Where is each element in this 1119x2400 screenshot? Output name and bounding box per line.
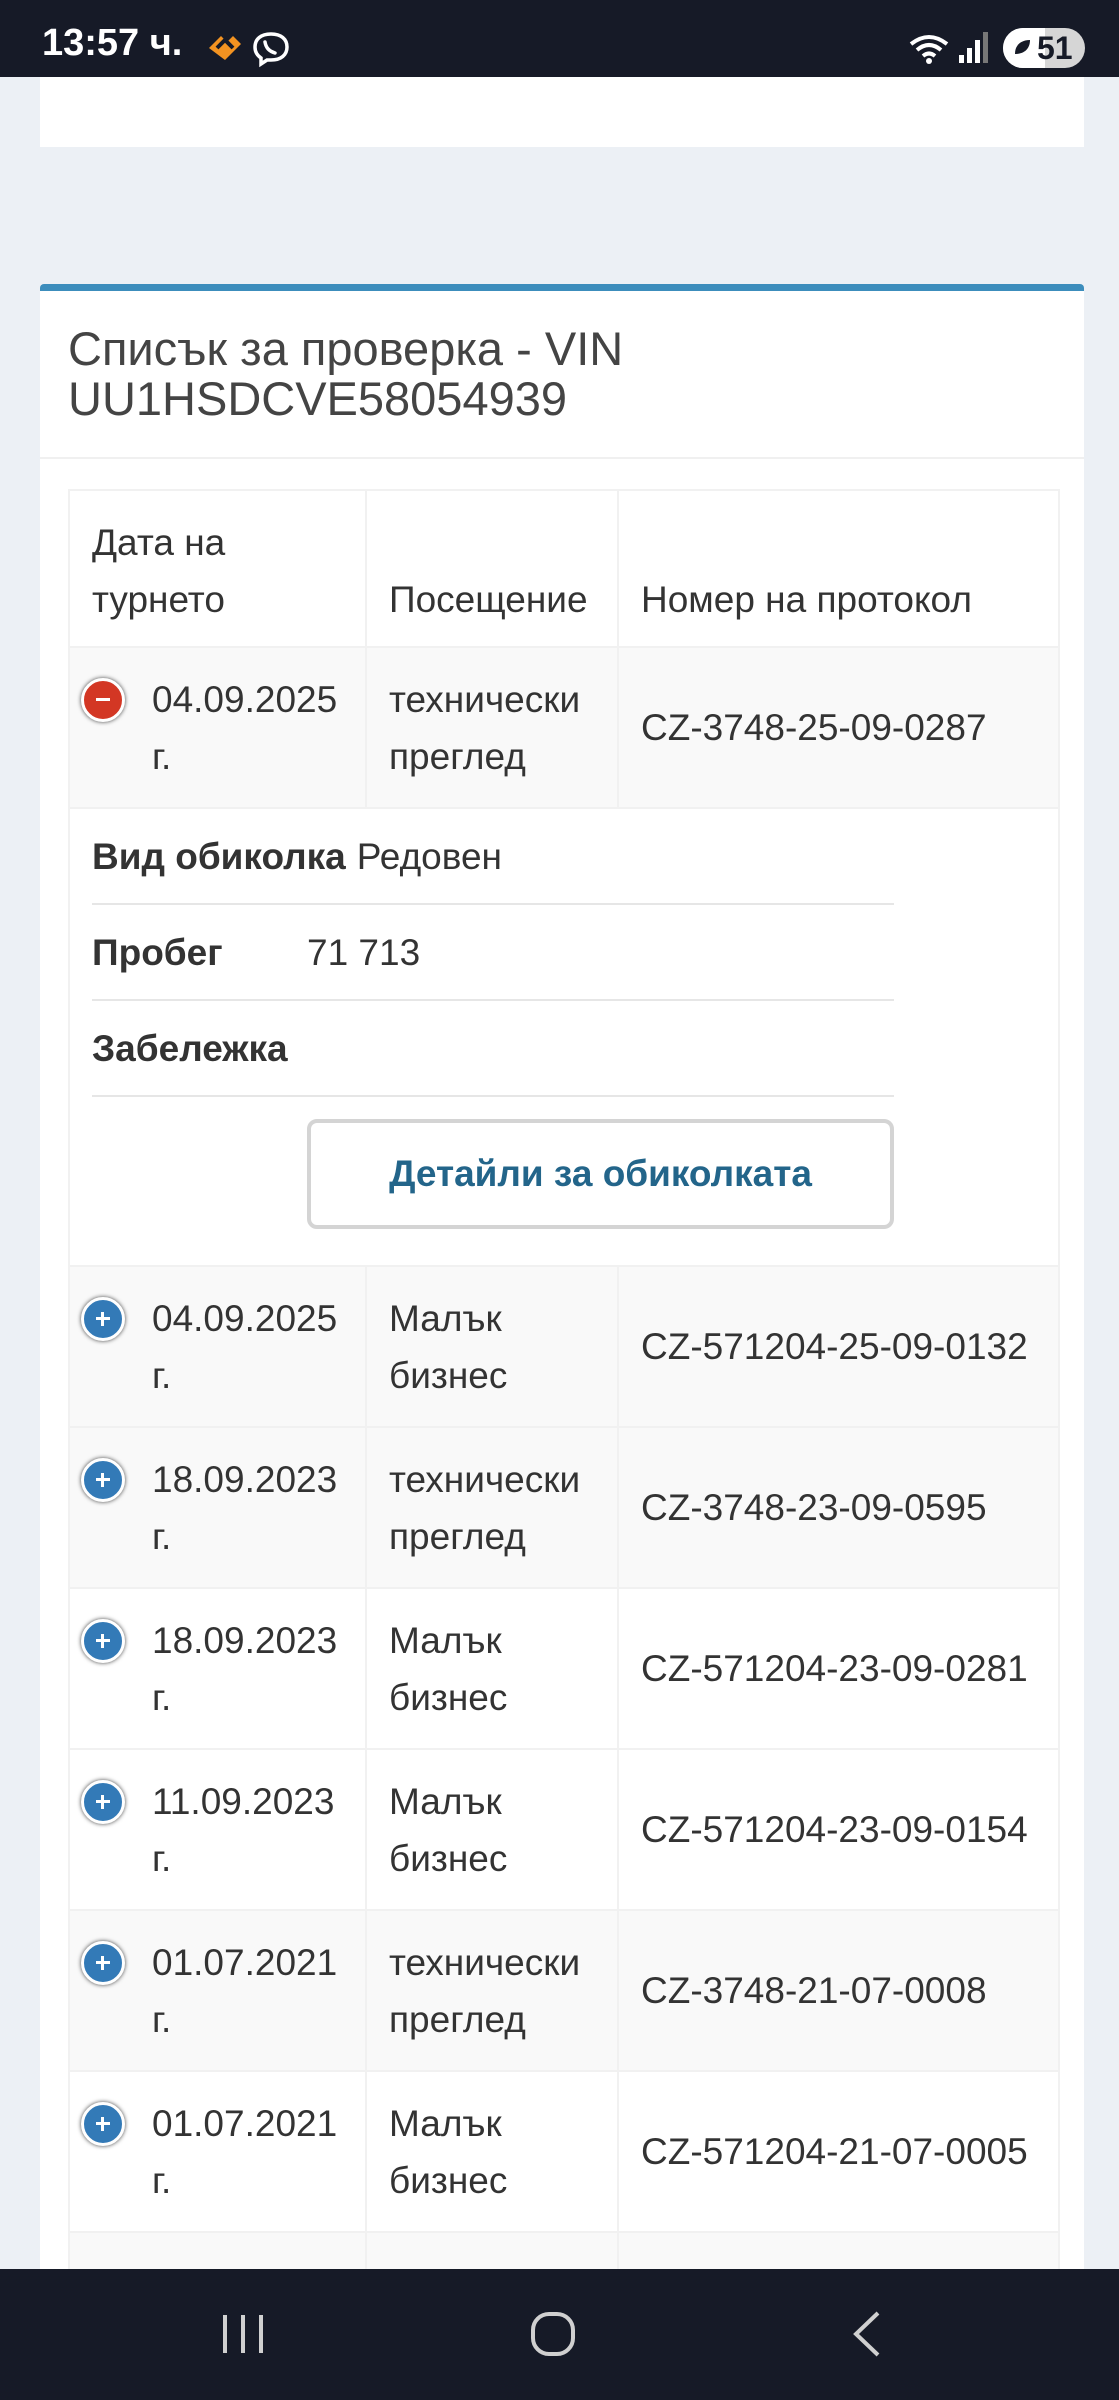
notification-icons — [203, 26, 313, 68]
row-date: 11.09.2023 г. — [152, 1780, 335, 1879]
row-visit: Малък бизнес — [365, 1748, 619, 1911]
row-date-cell[interactable]: 11.09.2023 г. — [68, 1748, 367, 1911]
row-visit: технически преглед — [365, 646, 619, 809]
expand-row-icon[interactable] — [81, 1297, 125, 1341]
table-row[interactable]: 11.09.2023 г. Малък бизнес CZ-571204-23-… — [68, 1748, 1060, 1911]
row-date: 04.09.2025 г. — [152, 678, 338, 777]
expand-row-icon[interactable] — [81, 1780, 125, 1824]
row-date: 01.07.2021 г. — [152, 1941, 338, 2040]
row-date-cell[interactable]: 04.09.2025 г. — [68, 646, 367, 809]
row-protocol: CZ-571204-25-09-0132 — [617, 1265, 1060, 1428]
battery-saver-leaf-icon — [1015, 40, 1030, 54]
panel-header: Списък за проверка - VIN UU1HSDCVE580549… — [40, 291, 1084, 459]
table-row[interactable]: 01.07.2021 г. Малък бизнес CZ-571204-21-… — [68, 2070, 1060, 2233]
detail-tour-type: Вид обиколка Редовен — [92, 809, 894, 905]
expand-row-icon[interactable] — [81, 2102, 125, 2146]
row-visit: Малък бизнес — [365, 1587, 619, 1750]
column-header-visit[interactable]: Посещение — [365, 489, 619, 648]
row-protocol: CZ-3748-23-09-0595 — [617, 1426, 1060, 1589]
previous-panel — [40, 77, 1084, 147]
detail-mileage: Пробег 71 713 — [92, 905, 894, 1001]
tour-details-button[interactable]: Детайли за обиколката — [307, 1119, 894, 1229]
row-protocol: CZ-3748-21-07-0008 — [617, 1909, 1060, 2072]
table-row[interactable]: 01.07.2021 г. технически преглед CZ-3748… — [68, 1909, 1060, 2072]
detail-note: Забележка — [92, 1001, 894, 1097]
status-time: 13:57 ч. — [42, 22, 183, 64]
row-date: 04.09.2025 г. — [152, 1297, 338, 1396]
table-row-expanded[interactable]: 04.09.2025 г. технически преглед CZ-3748… — [68, 646, 1060, 809]
detail-label-mileage: Пробег — [92, 931, 223, 973]
row-details-cell: Вид обиколка Редовен Пробег 71 713 Забел… — [68, 807, 1060, 1267]
row-protocol: CZ-571204-23-09-0281 — [617, 1587, 1060, 1750]
signal-icon — [959, 32, 988, 63]
home-icon[interactable] — [529, 2309, 577, 2359]
row-date-cell[interactable]: 01.07.2021 г. — [68, 1909, 367, 2072]
wifi-icon — [909, 35, 949, 64]
table-header-row: Дата на турнето Посещение Номер на прото… — [68, 489, 1060, 648]
row-protocol: CZ-571204-21-07-0005 — [617, 2070, 1060, 2233]
recent-apps-icon[interactable] — [219, 2309, 267, 2359]
viber-icon — [253, 32, 289, 68]
row-protocol: CZ-571204-23-09-0154 — [617, 1748, 1060, 1911]
app-notification-svg — [209, 32, 289, 68]
expand-row-icon[interactable] — [81, 1941, 125, 1985]
row-date-cell[interactable]: 18.09.2023 г. — [68, 1426, 367, 1589]
detail-label-note: Забележка — [92, 1027, 288, 1069]
details-list: Вид обиколка Редовен Пробег 71 713 Забел… — [92, 809, 894, 1097]
row-visit: технически преглед — [365, 1909, 619, 2072]
detail-value-tour-type: Редовен — [356, 835, 502, 877]
row-date: 18.09.2023 г. — [152, 1619, 338, 1718]
detail-label-tour-type: Вид обиколка — [92, 835, 346, 877]
row-protocol: CZ-3748-25-09-0287 — [617, 646, 1060, 809]
inspection-table: Дата на турнето Посещение Номер на прото… — [68, 489, 1060, 2394]
panel-title: Списък за проверка - VIN UU1HSDCVE580549… — [68, 322, 624, 425]
system-nav-bar — [0, 2269, 1119, 2400]
row-details: Вид обиколка Редовен Пробег 71 713 Забел… — [68, 807, 1060, 1267]
column-header-protocol[interactable]: Номер на протокол — [617, 489, 1060, 648]
expand-row-icon[interactable] — [81, 1458, 125, 1502]
row-date-cell[interactable]: 04.09.2025 г. — [68, 1265, 367, 1428]
battery-indicator: 51 — [1003, 28, 1085, 68]
checklist-panel: Списък за проверка - VIN UU1HSDCVE580549… — [40, 284, 1084, 2394]
row-date: 01.07.2021 г. — [152, 2102, 338, 2201]
table-row[interactable]: 18.09.2023 г. технически преглед CZ-3748… — [68, 1426, 1060, 1589]
table-row[interactable]: 18.09.2023 г. Малък бизнес CZ-571204-23-… — [68, 1587, 1060, 1750]
detail-value-mileage: 71 713 — [307, 931, 421, 973]
table-row[interactable]: 04.09.2025 г. Малък бизнес CZ-571204-25-… — [68, 1265, 1060, 1428]
row-visit: технически преглед — [365, 1426, 619, 1589]
row-visit: Малък бизнес — [365, 1265, 619, 1428]
row-date-cell[interactable]: 18.09.2023 г. — [68, 1587, 367, 1750]
collapse-row-icon[interactable] — [81, 678, 125, 722]
row-visit: Малък бизнес — [365, 2070, 619, 2233]
row-date-cell[interactable]: 01.07.2021 г. — [68, 2070, 367, 2233]
battery-level: 51 — [1037, 30, 1073, 66]
back-icon[interactable] — [848, 2309, 888, 2359]
expand-row-icon[interactable] — [81, 1619, 125, 1663]
column-header-date[interactable]: Дата на турнето — [68, 489, 367, 648]
status-bar: 13:57 ч. 51 — [0, 0, 1119, 77]
row-date: 18.09.2023 г. — [152, 1458, 338, 1557]
heart-app-icon — [209, 36, 241, 60]
